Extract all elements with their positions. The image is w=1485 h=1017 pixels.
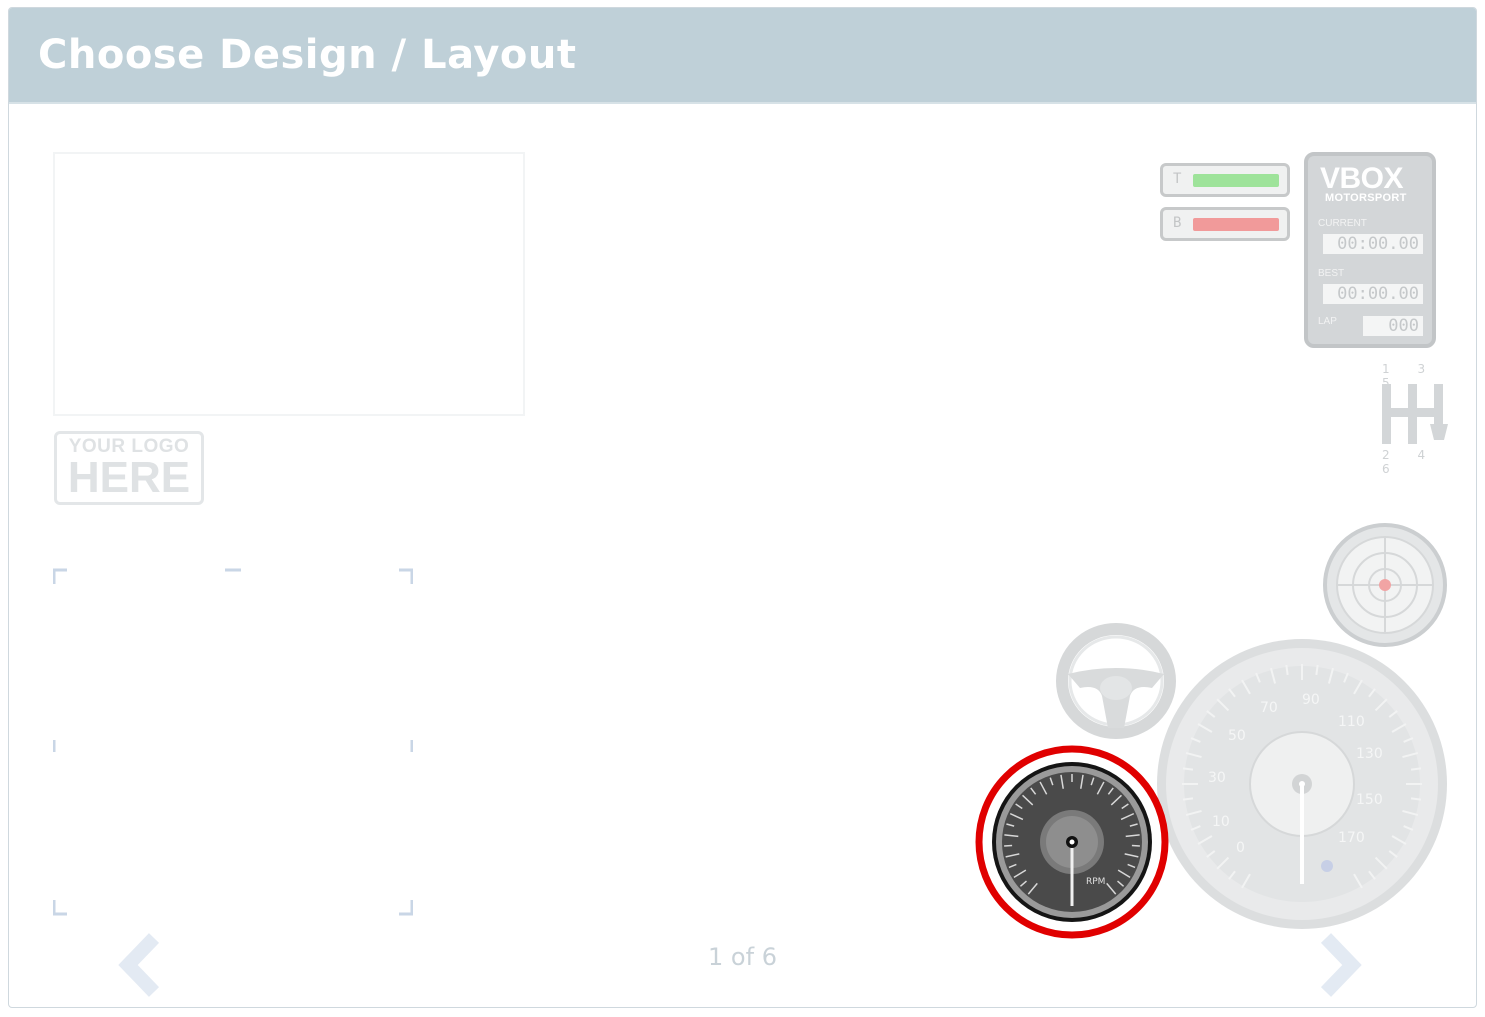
gauge-tick [1410, 797, 1422, 801]
speedo-label-0: 0 [1236, 840, 1245, 856]
lap-count: 000 [1363, 316, 1423, 336]
panel-header: Choose Design / Layout [9, 8, 1476, 104]
brake-fill [1193, 218, 1279, 231]
speedo-label-170: 170 [1338, 830, 1365, 846]
page-title: Choose Design / Layout [38, 32, 577, 78]
throttle-bar: T [1160, 163, 1290, 197]
vbox-brand: VBOX [1320, 162, 1404, 195]
best-label: BEST [1318, 268, 1345, 279]
tachometer-gauge-selected[interactable]: RPM [974, 744, 1170, 940]
gear-numbers-bottom: 2 4 6 [1382, 448, 1438, 476]
lap-label: LAP [1318, 316, 1337, 327]
current-label: CURRENT [1318, 218, 1367, 229]
best-time: 00:00.00 [1323, 284, 1423, 304]
video-preview-area [53, 152, 525, 416]
current-time: 00:00.00 [1323, 234, 1423, 254]
page-indicator: 1 of 6 [708, 943, 777, 971]
throttle-label: T [1173, 171, 1182, 187]
lap-timer-widget: VBOX MOTORSPORT CURRENT 00:00.00 BEST 00… [1304, 152, 1436, 348]
speedo-label-150: 150 [1356, 792, 1383, 808]
crop-corner-br [399, 900, 413, 916]
g-force-target-icon [1323, 523, 1447, 647]
crop-frame [53, 568, 413, 916]
crop-corner-tl [53, 568, 67, 584]
speedometer-gauge: 0 10 30 50 70 90 110 130 150 170 [1157, 639, 1447, 929]
gauge-tick [1410, 767, 1422, 771]
speedo-label-10: 10 [1212, 814, 1230, 830]
gear-shift-icon [1382, 384, 1448, 444]
brake-label: B [1173, 215, 1182, 231]
speedo-label-70: 70 [1260, 700, 1278, 716]
speedo-label-110: 110 [1338, 714, 1365, 730]
throttle-brake-bars: T B [1160, 155, 1292, 241]
brake-bar: B [1160, 207, 1290, 241]
speedo-label-30: 30 [1208, 770, 1226, 786]
crop-corner-tr [399, 568, 413, 584]
gauge-tick [1182, 767, 1194, 771]
vbox-subtitle: MOTORSPORT [1325, 192, 1407, 204]
tacho-unit: RPM [1086, 877, 1105, 887]
logo-placeholder: YOUR LOGO HERE [54, 431, 204, 505]
gear-indicator: 1 3 5 2 4 6 [1372, 362, 1452, 476]
throttle-fill [1193, 174, 1279, 187]
speedo-label-50: 50 [1228, 728, 1246, 744]
speedo-label-90: 90 [1302, 692, 1320, 708]
gauge-tick [1315, 664, 1319, 676]
gauge-tick [1285, 664, 1289, 676]
next-arrow-icon[interactable] [1310, 930, 1370, 1000]
previous-arrow-icon[interactable] [110, 930, 170, 1000]
gauge-tick [1182, 797, 1194, 801]
logo-line-2: HERE [67, 453, 191, 502]
crop-corner-bl [53, 900, 67, 916]
speedo-label-130: 130 [1356, 746, 1383, 762]
